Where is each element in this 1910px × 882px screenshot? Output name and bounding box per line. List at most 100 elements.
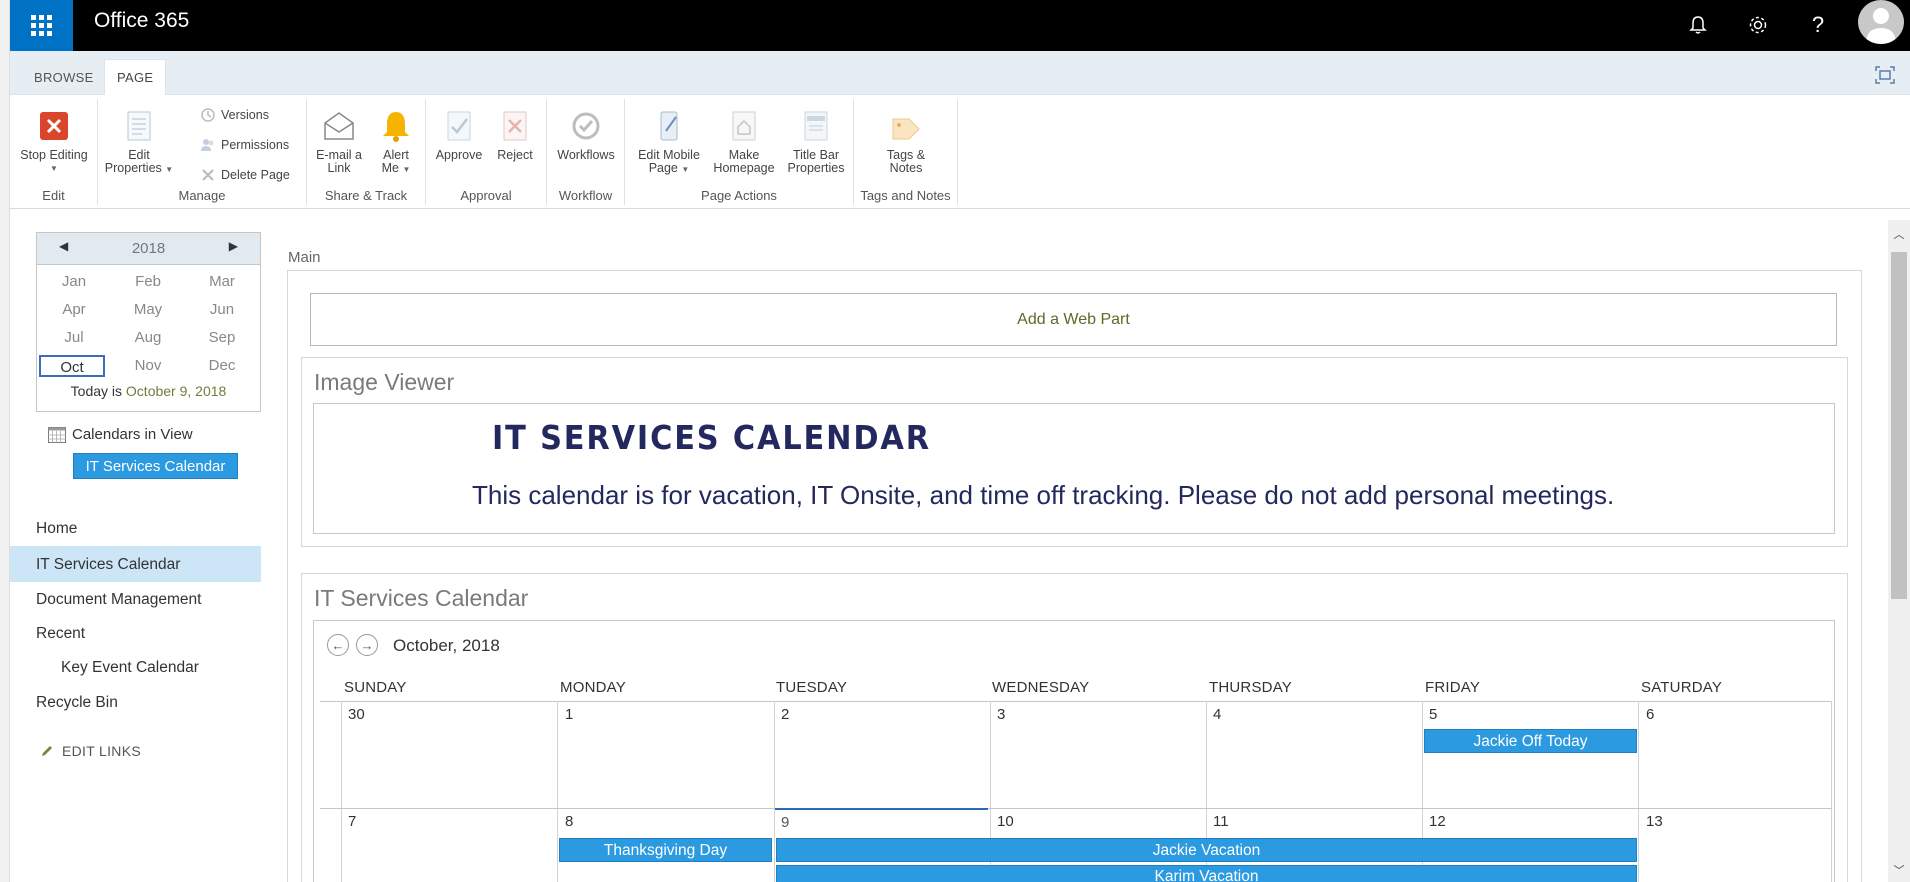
edit-links-button[interactable]: EDIT LINKS [40, 743, 141, 759]
stop-editing-button[interactable]: Stop Editing ▼ [14, 109, 94, 175]
alert-me-button[interactable]: Alert Me ▼ [371, 109, 421, 176]
date-picker-header: ◀ 2018 ▶ [37, 233, 260, 265]
scroll-down-icon[interactable]: ﹀ [1892, 862, 1906, 877]
page-scrollbar[interactable]: ︿ ﹀ [1888, 220, 1910, 882]
month-jul[interactable]: Jul [37, 327, 111, 349]
day-cell-number-today[interactable]: 9 [781, 814, 789, 831]
nav-item-it-services-calendar[interactable]: IT Services Calendar [36, 556, 180, 574]
next-month-icon[interactable]: → [356, 634, 378, 656]
group-label-page-actions: Page Actions [701, 188, 777, 203]
day-cell-number[interactable]: 13 [1646, 813, 1663, 830]
delete-page-button[interactable]: Delete Page [200, 167, 290, 183]
stop-editing-icon [37, 109, 71, 143]
event-thanksgiving-day[interactable]: Thanksgiving Day [559, 838, 772, 862]
nav-item-recycle-bin[interactable]: Recycle Bin [36, 694, 118, 712]
ribbon: Stop Editing ▼ Edit Edit Properties ▼ Ve… [10, 95, 1910, 209]
event-jackie-off-today[interactable]: Jackie Off Today [1424, 729, 1637, 753]
scroll-up-icon[interactable]: ︿ [1892, 226, 1906, 241]
grid-divider [1831, 701, 1832, 882]
month-jan[interactable]: Jan [37, 271, 111, 293]
workflows-label: Workflows [557, 148, 615, 162]
day-header-tuesday: TUESDAY [776, 679, 848, 696]
approve-button[interactable]: Approve [432, 109, 486, 162]
month-dec[interactable]: Dec [185, 355, 259, 377]
month-sep[interactable]: Sep [185, 327, 259, 349]
edit-properties-button[interactable]: Edit Properties ▼ [104, 109, 174, 176]
permissions-button[interactable]: Permissions [200, 137, 289, 153]
day-cell-number[interactable]: 3 [997, 706, 1005, 723]
day-cell-number[interactable]: 4 [1213, 706, 1221, 723]
versions-button[interactable]: Versions [200, 107, 269, 123]
image-text: This calendar is for vacation, IT Onsite… [472, 480, 1615, 510]
workflows-button[interactable]: Workflows [551, 109, 621, 162]
envelope-icon [322, 109, 356, 143]
nav-item-key-event-calendar[interactable]: Key Event Calendar [61, 659, 199, 677]
date-picker-year: 2018 [131, 240, 166, 257]
title-bar-properties-button[interactable]: Title Bar Properties [781, 109, 851, 175]
nav-item-document-management[interactable]: Document Management [36, 591, 201, 609]
chevron-down-icon: ▼ [50, 164, 58, 173]
date-picker: ◀ 2018 ▶ Jan Feb Mar Apr May Jun Jul Aug… [36, 232, 261, 412]
waffle-icon [31, 15, 52, 36]
edit-mobile-page-button[interactable]: Edit Mobile Page ▼ [629, 109, 709, 176]
add-web-part-button[interactable]: Add a Web Part [310, 293, 1837, 346]
day-header-wednesday: WEDNESDAY [992, 679, 1090, 696]
ribbon-group-page-actions: Edit Mobile Page ▼ Make Homepage Title B… [625, 99, 854, 205]
nav-item-home[interactable]: Home [36, 520, 77, 538]
approve-label: Approve [435, 148, 483, 162]
month-oct-selected[interactable]: Oct [39, 355, 105, 377]
tab-page[interactable]: PAGE [104, 59, 167, 95]
calendar-web-part-title[interactable]: IT Services Calendar [314, 585, 528, 612]
month-jun[interactable]: Jun [185, 299, 259, 321]
day-cell-number[interactable]: 1 [565, 706, 573, 723]
day-cell-number[interactable]: 5 [1429, 706, 1437, 723]
day-cell-number[interactable]: 30 [348, 706, 365, 723]
focus-on-content-icon[interactable] [1874, 65, 1896, 85]
previous-month-icon[interactable]: ← [327, 634, 349, 656]
image-viewer-title[interactable]: Image Viewer [314, 369, 454, 396]
grid-divider [774, 701, 775, 882]
day-cell-number[interactable]: 2 [781, 706, 789, 723]
reject-button[interactable]: Reject [490, 109, 540, 162]
versions-label: Versions [221, 108, 269, 122]
month-mar[interactable]: Mar [185, 271, 259, 293]
permissions-icon [201, 139, 214, 151]
ribbon-tab-row: BROWSE PAGE [10, 51, 1910, 95]
tags-label-2: Notes [889, 161, 923, 175]
gear-icon[interactable] [1744, 8, 1772, 42]
email-link-button[interactable]: E-mail a Link [311, 109, 367, 175]
month-nov[interactable]: Nov [111, 355, 185, 377]
help-icon[interactable]: ? [1804, 8, 1832, 42]
scrollbar-thumb[interactable] [1891, 252, 1907, 599]
tab-browse[interactable]: BROWSE [22, 59, 106, 95]
month-feb[interactable]: Feb [111, 271, 185, 293]
bell-icon[interactable] [1684, 8, 1712, 42]
approve-icon [442, 109, 476, 143]
day-cell-number[interactable]: 12 [1429, 813, 1446, 830]
day-cell-number[interactable]: 11 [1213, 813, 1229, 830]
month-apr[interactable]: Apr [37, 299, 111, 321]
month-may[interactable]: May [111, 299, 185, 321]
suite-title[interactable]: Office 365 [94, 9, 189, 33]
next-year-icon[interactable]: ▶ [229, 239, 238, 253]
make-homepage-button[interactable]: Make Homepage [709, 109, 779, 175]
day-header-saturday: SATURDAY [1641, 679, 1723, 696]
today-date-link[interactable]: October 9, 2018 [126, 383, 226, 399]
versions-icon [201, 108, 215, 122]
month-aug[interactable]: Aug [111, 327, 185, 349]
event-karim-vacation[interactable]: Karim Vacation [776, 865, 1637, 882]
week-divider [320, 808, 1832, 809]
grid-divider [341, 701, 342, 882]
tags-notes-button[interactable]: Tags & Notes [868, 109, 944, 175]
day-cell-number[interactable]: 8 [565, 813, 573, 830]
day-cell-number[interactable]: 6 [1646, 706, 1654, 723]
avatar[interactable] [1858, 0, 1904, 44]
event-jackie-vacation[interactable]: Jackie Vacation [776, 838, 1637, 862]
chevron-down-icon: ▼ [681, 165, 690, 174]
app-launcher-button[interactable] [10, 0, 73, 51]
calendar-overlay-it-services[interactable]: IT Services Calendar [73, 453, 238, 479]
nav-item-recent: Recent [36, 625, 86, 642]
image-viewer-image: IT SERVICES CALENDAR This calendar is fo… [313, 403, 1835, 534]
day-cell-number[interactable]: 7 [348, 813, 356, 830]
day-cell-number[interactable]: 10 [997, 813, 1014, 830]
